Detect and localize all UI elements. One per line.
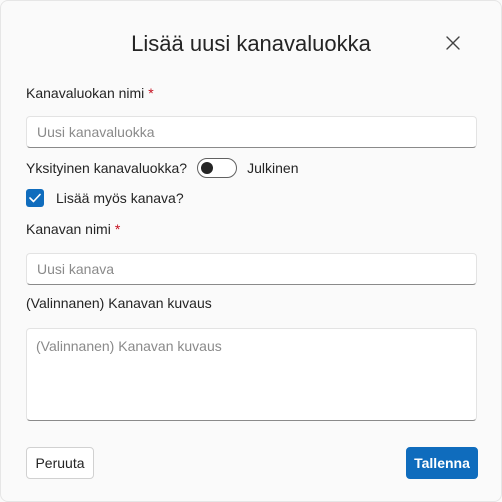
required-mark: *: [148, 85, 154, 101]
privacy-toggle-label: Yksityinen kanavaluokka?: [26, 160, 188, 176]
privacy-toggle-state-label: Julkinen: [247, 160, 299, 176]
toggle-knob: [201, 162, 214, 174]
category-name-input[interactable]: [26, 116, 477, 148]
save-button[interactable]: Tallenna: [406, 447, 478, 479]
dialog-title: Lisää uusi kanavaluokka: [131, 31, 371, 56]
channel-description-textarea[interactable]: [26, 328, 477, 421]
category-name-label-text: Kanavaluokan nimi: [26, 85, 145, 101]
category-name-label: Kanavaluokan nimi *: [26, 83, 154, 103]
cancel-button[interactable]: Peruuta: [26, 447, 94, 479]
channel-name-label-text: Kanavan nimi: [26, 221, 111, 237]
channel-name-input[interactable]: [26, 253, 477, 285]
privacy-toggle-row: Yksityinen kanavaluokka? Julkinen: [26, 157, 298, 179]
required-mark: *: [114, 221, 121, 237]
add-channel-category-dialog: Lisää uusi kanavaluokka Kanavaluokan nim…: [0, 0, 502, 502]
add-channel-checkbox[interactable]: [26, 189, 44, 207]
add-channel-checkbox-row: Lisää myös kanava?: [26, 188, 184, 208]
channel-name-label: Kanavan nimi *: [26, 219, 120, 239]
channel-description-label: (Valinnanen) Kanavan kuvaus: [26, 295, 212, 311]
close-icon: [446, 36, 460, 50]
close-button[interactable]: [439, 29, 467, 57]
add-channel-checkbox-label: Lisää myös kanava?: [56, 190, 184, 206]
privacy-toggle-switch[interactable]: [197, 158, 238, 178]
checkmark-icon: [29, 193, 41, 203]
